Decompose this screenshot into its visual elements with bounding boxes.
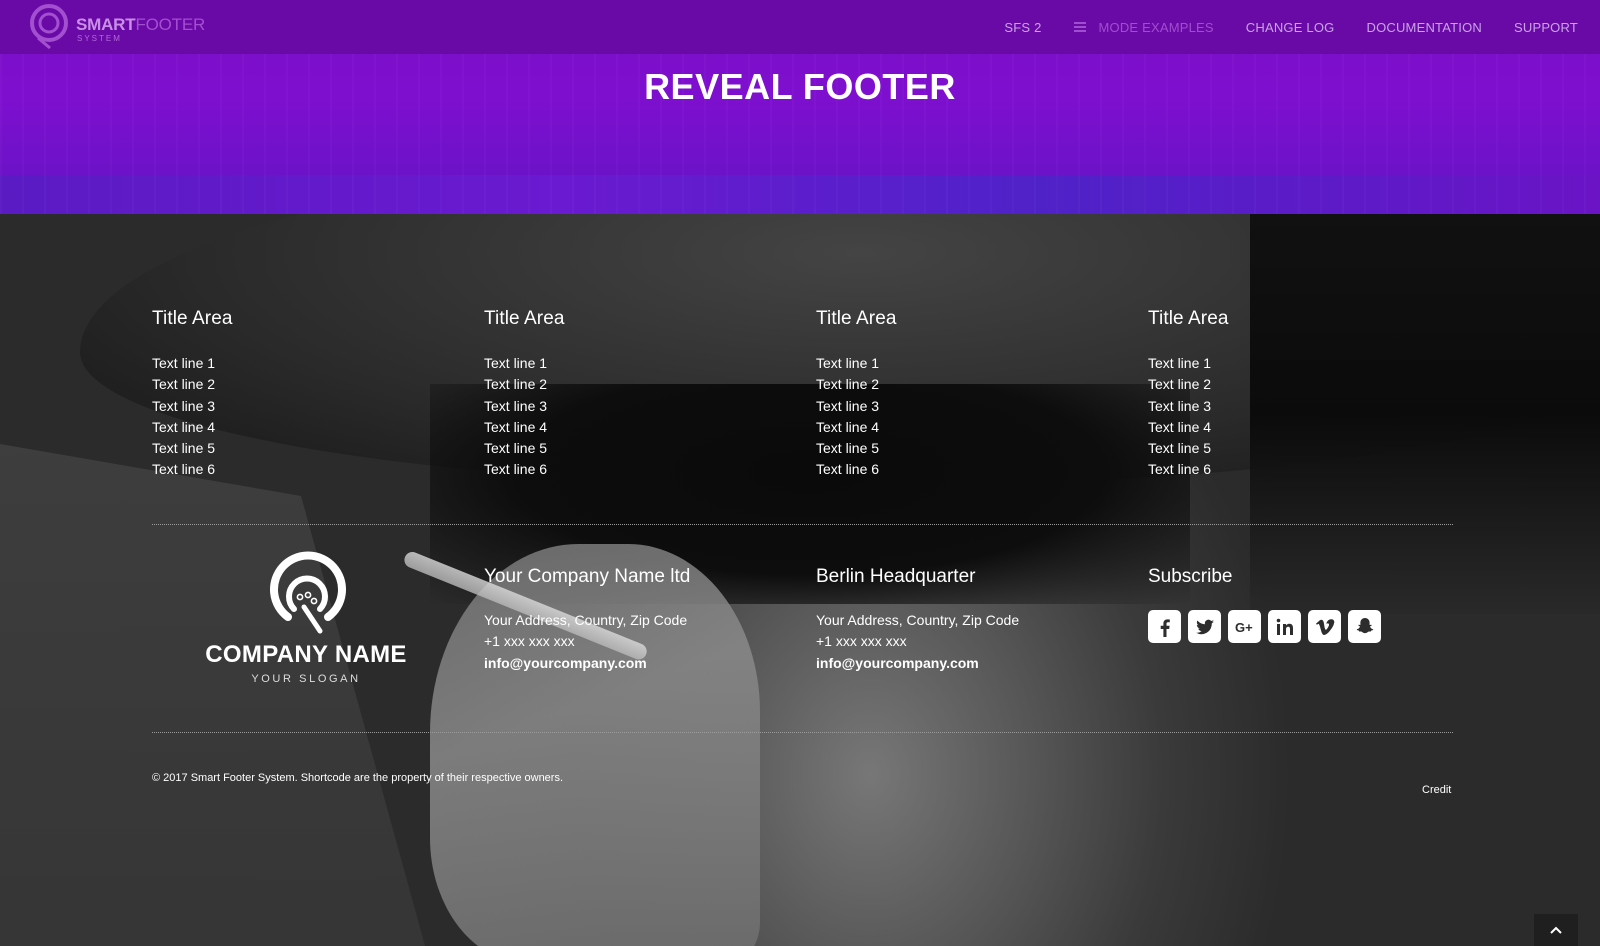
column-link[interactable]: Text line 1 [152, 353, 233, 374]
column-link[interactable]: Text line 1 [484, 353, 565, 374]
headquarter-phone[interactable]: +1 xxx xxx xxx [816, 631, 1019, 652]
company-info: Your Company Name ltd Your Address, Coun… [484, 566, 690, 674]
column-link[interactable]: Text line 5 [1148, 438, 1229, 459]
twitter-icon[interactable] [1188, 610, 1221, 643]
nav-item-support[interactable]: SUPPORT [1514, 20, 1578, 35]
column-link[interactable]: Text line 3 [484, 396, 565, 417]
column-link[interactable]: Text line 4 [1148, 417, 1229, 438]
column-link[interactable]: Text line 6 [1148, 459, 1229, 480]
column-link[interactable]: Text line 4 [816, 417, 897, 438]
headquarter-title: Berlin Headquarter [816, 566, 976, 587]
column-link[interactable]: Text line 2 [816, 374, 897, 395]
nav-item-documentation[interactable]: DOCUMENTATION [1366, 20, 1482, 35]
column-title: Title Area [152, 308, 233, 329]
back-to-top-button[interactable] [1534, 914, 1578, 946]
nav-item-mode-examples[interactable]: MODE EXAMPLES [1073, 20, 1214, 35]
vimeo-icon[interactable] [1308, 610, 1341, 643]
column-link[interactable]: Text line 3 [1148, 396, 1229, 417]
facebook-icon[interactable] [1148, 610, 1181, 643]
company-email-link[interactable]: info@yourcompany.com [484, 653, 690, 674]
background-photo-left [0, 444, 430, 946]
footer-divider [152, 732, 1453, 733]
company-logo-mark-icon [270, 551, 346, 634]
subscribe-section: Subscribe G+ [1148, 566, 1381, 643]
company-name: COMPANY NAME [205, 641, 407, 668]
column-title: Title Area [484, 308, 565, 329]
social-links: G+ [1148, 610, 1381, 643]
main-menu: SFS 2 MODE EXAMPLES CHANGE LOG DOCUMENTA… [972, 0, 1578, 54]
logo-text: SMARTFOOTER [76, 15, 206, 34]
credit-link[interactable]: Credit [1422, 784, 1451, 796]
column-link[interactable]: Text line 3 [816, 396, 897, 417]
company-info-title: Your Company Name ltd [484, 566, 691, 587]
column-link[interactable]: Text line 6 [152, 459, 233, 480]
company-address: Your Address, Country, Zip Code [484, 612, 688, 628]
site-logo[interactable]: SMARTFOOTER SYSTEM [28, 2, 205, 50]
column-link[interactable]: Text line 4 [152, 417, 233, 438]
footer-divider [152, 524, 1453, 525]
nav-item-change-log[interactable]: CHANGE LOG [1246, 20, 1335, 35]
google-plus-icon[interactable]: G+ [1228, 610, 1261, 643]
column-link[interactable]: Text line 3 [152, 396, 233, 417]
column-link[interactable]: Text line 5 [152, 438, 233, 459]
column-link[interactable]: Text line 2 [152, 374, 233, 395]
footer-column-2: Title Area Text line 1 Text line 2 Text … [484, 308, 565, 481]
company-logo[interactable]: COMPANY NAME YOUR SLOGAN [202, 551, 410, 685]
column-link[interactable]: Text line 2 [484, 374, 565, 395]
company-slogan: YOUR SLOGAN [251, 673, 361, 685]
reveal-footer: Title Area Text line 1 Text line 2 Text … [0, 214, 1600, 946]
column-title: Title Area [1148, 308, 1229, 329]
headquarter-email-link[interactable]: info@yourcompany.com [816, 653, 1019, 674]
column-link[interactable]: Text line 1 [816, 353, 897, 374]
column-link[interactable]: Text line 1 [1148, 353, 1229, 374]
headquarter-info: Berlin Headquarter Your Address, Country… [816, 566, 1019, 674]
column-link[interactable]: Text line 2 [1148, 374, 1229, 395]
top-navigation-bar: SMARTFOOTER SYSTEM SFS 2 MODE EXAMPLES C… [0, 0, 1600, 54]
column-title: Title Area [816, 308, 897, 329]
column-link[interactable]: Text line 6 [816, 459, 897, 480]
headquarter-address: Your Address, Country, Zip Code [816, 612, 1020, 628]
linkedin-icon[interactable] [1268, 610, 1301, 643]
company-phone[interactable]: +1 xxx xxx xxx [484, 631, 690, 652]
footer-column-3: Title Area Text line 1 Text line 2 Text … [816, 308, 897, 481]
footer-column-4: Title Area Text line 1 Text line 2 Text … [1148, 308, 1229, 481]
page-title: REVEAL FOOTER [644, 66, 956, 107]
chevron-up-icon [1550, 926, 1562, 934]
snapchat-icon[interactable] [1348, 610, 1381, 643]
background-photo-right [1250, 214, 1600, 614]
column-link[interactable]: Text line 5 [816, 438, 897, 459]
subscribe-title: Subscribe [1148, 566, 1233, 587]
hamburger-menu-icon [1073, 22, 1086, 32]
copyright-text: © 2017 Smart Footer System. Shortcode ar… [152, 772, 564, 784]
column-link[interactable]: Text line 4 [484, 417, 565, 438]
svg-text:G+: G+ [1235, 620, 1253, 635]
logo-mark-icon [30, 4, 68, 50]
column-link[interactable]: Text line 5 [484, 438, 565, 459]
logo-subtext: SYSTEM [77, 34, 122, 43]
column-link[interactable]: Text line 6 [484, 459, 565, 480]
footer-column-1: Title Area Text line 1 Text line 2 Text … [152, 308, 233, 481]
nav-item-sfs2[interactable]: SFS 2 [1004, 20, 1041, 35]
